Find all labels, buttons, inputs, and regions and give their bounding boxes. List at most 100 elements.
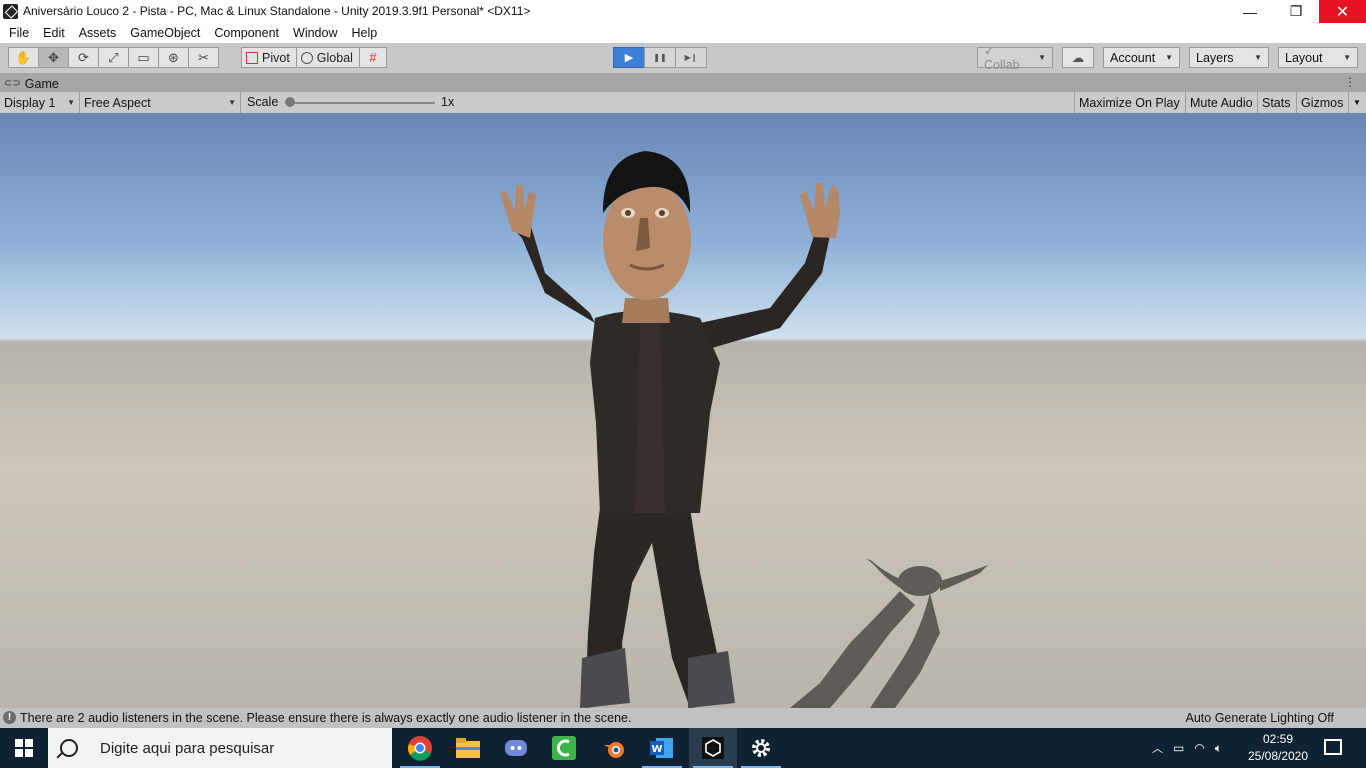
gear-logo	[752, 739, 770, 757]
scale-slider-handle[interactable]	[285, 97, 295, 107]
discord-logo	[505, 740, 527, 756]
unity-logo	[702, 737, 724, 759]
camtasia-icon[interactable]	[540, 728, 588, 768]
collab-label: ✓ Collab	[984, 44, 1020, 72]
close-button[interactable]: ✕	[1319, 0, 1366, 23]
character-model	[500, 151, 840, 708]
step-button[interactable]: ▶❙	[675, 47, 707, 68]
search-placeholder: Digite aqui para pesquisar	[100, 739, 275, 757]
pivot-icon	[246, 51, 258, 64]
unity-logo-icon	[3, 4, 18, 19]
window-title-bar: Aniversário Louco 2 - Pista - PC, Mac & …	[0, 0, 1366, 23]
scale-label: Scale	[247, 95, 279, 109]
chevron-down-icon: ▼	[1165, 53, 1173, 62]
scale-tool-icon[interactable]: ⤢	[98, 47, 129, 68]
menu-edit[interactable]: Edit	[36, 26, 72, 40]
transform-tool-icon[interactable]: ⊛	[158, 47, 189, 68]
settings-icon[interactable]	[737, 728, 785, 768]
chevron-down-icon: ▼	[1343, 53, 1351, 62]
tab-game[interactable]: ⊂⊃ Game	[4, 75, 59, 92]
transform-tools: ✋ ✥ ⟳ ⤢ ▭ ⊛ ✂	[8, 47, 219, 69]
gamepad-icon: ⊂⊃	[4, 78, 21, 89]
wifi-icon[interactable]: ◠	[1194, 741, 1204, 755]
hand-tool-icon[interactable]: ✋	[8, 47, 39, 68]
custom-tool-icon[interactable]: ✂	[188, 47, 219, 68]
tab-game-label: Game	[24, 76, 59, 91]
layout-label: Layout	[1285, 50, 1323, 65]
menu-file[interactable]: File	[0, 26, 36, 40]
svg-text:W: W	[651, 744, 662, 755]
aspect-label: Free Aspect	[84, 95, 151, 110]
menu-gameobject[interactable]: GameObject	[123, 26, 207, 40]
gizmos-chevron-icon[interactable]: ▼	[1348, 92, 1366, 113]
game-tab-row: ⊂⊃ Game ⋮	[0, 74, 1366, 92]
menu-bar: File Edit Assets GameObject Component Wi…	[0, 23, 1366, 43]
chrome-icon[interactable]	[396, 728, 444, 768]
game-viewport[interactable]	[0, 113, 1366, 708]
blender-icon[interactable]	[590, 728, 638, 768]
global-toggle[interactable]: Global	[295, 47, 360, 68]
grid-snap-icon[interactable]: #	[358, 47, 387, 68]
character-shadow	[790, 558, 988, 708]
layers-dropdown[interactable]: Layers ▼	[1189, 47, 1269, 68]
status-bar: ! There are 2 audio listeners in the sce…	[0, 708, 1366, 728]
word-icon[interactable]: W	[638, 728, 686, 768]
scale-slider-track[interactable]	[290, 102, 435, 104]
move-tool-icon[interactable]: ✥	[38, 47, 69, 68]
volume-icon[interactable]: 🔈︎	[1215, 741, 1222, 756]
window-title: Aniversário Louco 2 - Pista - PC, Mac & …	[23, 4, 531, 18]
console-message[interactable]: There are 2 audio listeners in the scene…	[20, 711, 631, 725]
aspect-dropdown[interactable]: Free Aspect ▼	[80, 92, 241, 113]
warning-icon: !	[3, 711, 16, 724]
search-icon	[60, 739, 78, 757]
scale-value: 1x	[441, 95, 455, 109]
pivot-toggle[interactable]: Pivot	[241, 47, 297, 68]
display-label: Display 1	[4, 95, 56, 110]
windows-taskbar: Digite aqui para pesquisar W ︿ ▭ ◠ 🔈︎ 02…	[0, 728, 1366, 768]
account-dropdown[interactable]: Account ▼	[1103, 47, 1180, 68]
pause-button[interactable]: ❚❚	[644, 47, 676, 68]
game-scene	[500, 151, 988, 708]
menu-component[interactable]: Component	[207, 26, 286, 40]
display-dropdown[interactable]: Display 1 ▼	[0, 92, 80, 113]
global-label: Global	[316, 50, 353, 65]
system-tray: ︿ ▭ ◠ 🔈︎	[1152, 728, 1222, 768]
pivot-label: Pivot	[262, 50, 290, 65]
discord-icon[interactable]	[492, 728, 540, 768]
maximize-button[interactable]: ❐	[1273, 0, 1319, 23]
battery-icon[interactable]: ▭	[1173, 741, 1184, 755]
unity-icon[interactable]	[689, 728, 737, 768]
notification-icon[interactable]	[1324, 739, 1342, 755]
word-logo: W	[650, 738, 673, 758]
cloud-button[interactable]: ☁	[1062, 47, 1094, 68]
gizmos-toggle[interactable]: Gizmos	[1296, 92, 1348, 113]
stats-toggle[interactable]: Stats	[1257, 92, 1296, 113]
folder-logo	[456, 738, 480, 758]
start-button[interactable]	[0, 728, 48, 768]
layout-dropdown[interactable]: Layout ▼	[1278, 47, 1358, 68]
rotate-tool-icon[interactable]: ⟳	[68, 47, 99, 68]
taskbar-search[interactable]: Digite aqui para pesquisar	[48, 728, 392, 768]
chrome-logo	[408, 736, 432, 761]
maximize-on-play-toggle[interactable]: Maximize On Play	[1074, 92, 1185, 113]
menu-assets[interactable]: Assets	[72, 26, 124, 40]
chevron-down-icon: ▼	[1038, 53, 1046, 62]
chevron-down-icon: ▼	[1254, 53, 1262, 62]
more-options-icon[interactable]: ⋮	[1344, 75, 1356, 89]
camtasia-logo	[552, 736, 576, 760]
file-explorer-icon[interactable]	[444, 728, 492, 768]
rect-tool-icon[interactable]: ▭	[128, 47, 159, 68]
windows-logo-icon	[15, 739, 33, 757]
collab-dropdown[interactable]: ✓ Collab ▼	[977, 44, 1053, 72]
menu-help[interactable]: Help	[344, 26, 384, 40]
globe-icon	[300, 51, 313, 64]
taskbar-clock[interactable]: 02:59 25/08/2020	[1244, 731, 1312, 765]
play-controls: ▶ ❚❚ ▶❙	[613, 47, 707, 68]
menu-window[interactable]: Window	[286, 26, 344, 40]
chevron-up-icon[interactable]: ︿	[1152, 740, 1163, 756]
minimize-button[interactable]: —	[1227, 0, 1273, 23]
mute-audio-toggle[interactable]: Mute Audio	[1185, 92, 1257, 113]
play-button[interactable]: ▶	[613, 47, 645, 68]
clock-date: 25/08/2020	[1247, 749, 1309, 763]
chevron-down-icon: ▼	[67, 98, 75, 107]
